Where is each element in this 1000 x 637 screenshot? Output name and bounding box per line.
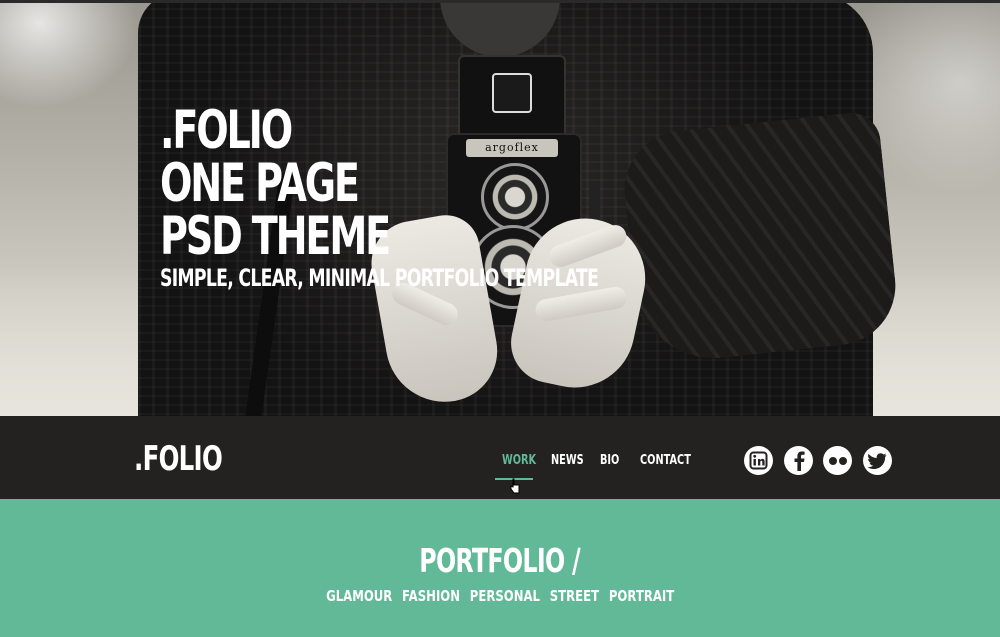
hero-title-line-3: PSD THEME <box>160 206 391 267</box>
hand-cursor-icon <box>510 478 520 494</box>
hero-title-line-2: ONE PAGE <box>160 153 360 214</box>
nav-item-contact[interactable]: CONTACT <box>640 452 691 472</box>
flickr-icon[interactable] <box>823 446 852 475</box>
site-logo[interactable]: .FOLIO <box>134 440 223 478</box>
filter-fashion[interactable]: FASHION <box>402 586 460 606</box>
filter-glamour[interactable]: GLAMOUR <box>326 586 392 606</box>
facebook-icon[interactable] <box>784 446 813 475</box>
twitter-icon[interactable] <box>863 446 892 475</box>
hero-subtitle: SIMPLE, CLEAR, MINIMAL PORTFOLIO TEMPLAT… <box>160 264 599 292</box>
linkedin-icon[interactable] <box>744 446 773 475</box>
filter-personal[interactable]: PERSONAL <box>470 586 540 606</box>
nav-item-bio[interactable]: BIO <box>600 452 619 472</box>
nav-item-work[interactable]: WORK <box>502 452 536 472</box>
filter-street[interactable]: STREET <box>550 586 599 606</box>
filter-portrait[interactable]: PORTRAIT <box>609 586 674 606</box>
hero-headline: .FOLIO ONE PAGE PSD THEME SIMPLE, CLEAR,… <box>160 104 769 292</box>
portfolio-title-text: PORTFOLIO / <box>419 541 581 580</box>
hero-title-line-1: .FOLIO <box>160 100 293 161</box>
portfolio-title: PORTFOLIO / <box>0 541 1000 581</box>
nav-item-news[interactable]: NEWS <box>551 452 584 472</box>
portfolio-filters: GLAMOUR FASHION PERSONAL STREET PORTRAIT <box>0 586 1000 606</box>
